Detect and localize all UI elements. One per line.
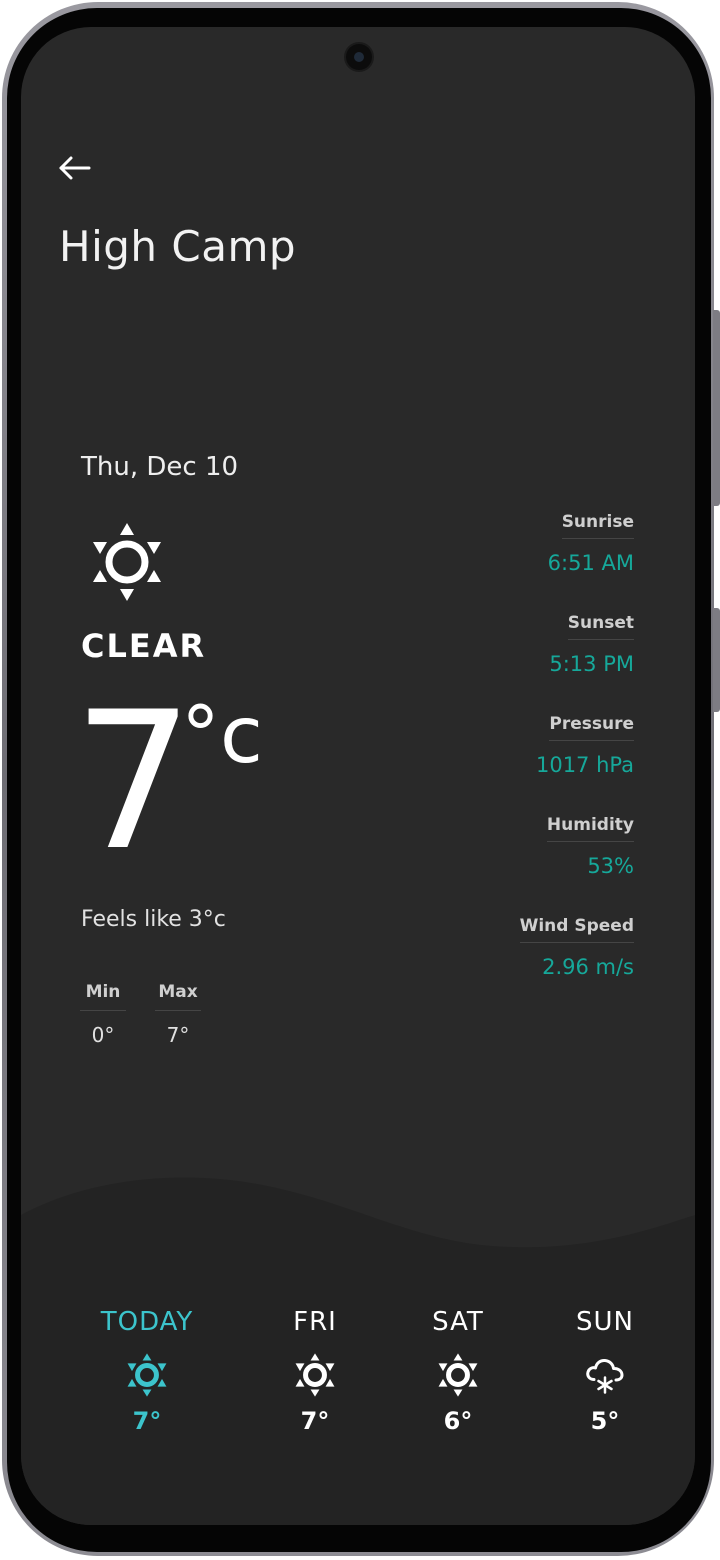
forecast-day-name: SAT xyxy=(432,1307,484,1337)
power-button xyxy=(713,608,720,712)
volume-button xyxy=(713,310,720,506)
min-value: 0° xyxy=(91,1023,115,1047)
stat-label: Wind Speed xyxy=(519,916,634,943)
stat-value: 53% xyxy=(587,854,634,878)
stat-label: Sunrise xyxy=(561,512,634,539)
location-title: High Camp xyxy=(59,222,297,271)
forecast-day-today[interactable]: TODAY 7° xyxy=(67,1307,227,1435)
max-value: 7° xyxy=(166,1023,190,1047)
stat-humidity: Humidity 53% xyxy=(414,815,634,916)
current-temperature: 7 xyxy=(73,671,194,892)
sun-icon xyxy=(295,1353,335,1397)
min-temperature: Min 0° xyxy=(80,982,126,1047)
stat-value: 1017 hPa xyxy=(535,753,634,777)
forecast-day-name: FRI xyxy=(293,1307,337,1337)
forecast-day-sat[interactable]: SAT 6° xyxy=(378,1307,538,1435)
sun-icon xyxy=(127,1353,167,1397)
stat-label: Sunset xyxy=(567,613,634,640)
temperature-unit: °c xyxy=(181,691,263,781)
stat-value: 2.96 m/s xyxy=(542,955,634,979)
stat-value: 6:51 AM xyxy=(547,551,634,575)
stat-value: 5:13 PM xyxy=(549,652,634,676)
forecast-day-sun[interactable]: SUN 5° xyxy=(525,1307,685,1435)
app-screen: High Camp Thu, Dec 10 CLEAR 7 °c Feels l… xyxy=(21,27,695,1525)
stat-pressure: Pressure 1017 hPa xyxy=(414,714,634,815)
sun-icon xyxy=(93,523,161,601)
front-camera xyxy=(346,44,372,70)
min-label: Min xyxy=(80,982,126,1011)
max-temperature: Max 7° xyxy=(155,982,201,1047)
forecast-day-temp: 7° xyxy=(300,1407,330,1435)
back-arrow-icon[interactable] xyxy=(57,153,93,183)
forecast-day-name: TODAY xyxy=(100,1307,194,1337)
phone-device: High Camp Thu, Dec 10 CLEAR 7 °c Feels l… xyxy=(0,0,720,1560)
condition-label: CLEAR xyxy=(81,627,207,665)
stat-sunset: Sunset 5:13 PM xyxy=(414,613,634,714)
stat-label: Humidity xyxy=(546,815,634,842)
forecast-day-fri[interactable]: FRI 7° xyxy=(235,1307,395,1435)
max-label: Max xyxy=(155,982,201,1011)
weather-stats: Sunrise 6:51 AM Sunset 5:13 PM Pressure … xyxy=(414,512,634,1017)
current-date: Thu, Dec 10 xyxy=(81,452,239,482)
forecast-day-name: SUN xyxy=(576,1307,634,1337)
stat-label: Pressure xyxy=(549,714,634,741)
sun-icon xyxy=(438,1353,478,1397)
feels-like-text: Feels like 3°c xyxy=(81,907,226,932)
stat-wind-speed: Wind Speed 2.96 m/s xyxy=(414,916,634,1017)
forecast-day-temp: 7° xyxy=(132,1407,162,1435)
forecast-day-temp: 6° xyxy=(443,1407,473,1435)
forecast-day-temp: 5° xyxy=(590,1407,620,1435)
snow-cloud-icon xyxy=(586,1358,624,1394)
stat-sunrise: Sunrise 6:51 AM xyxy=(414,512,634,613)
